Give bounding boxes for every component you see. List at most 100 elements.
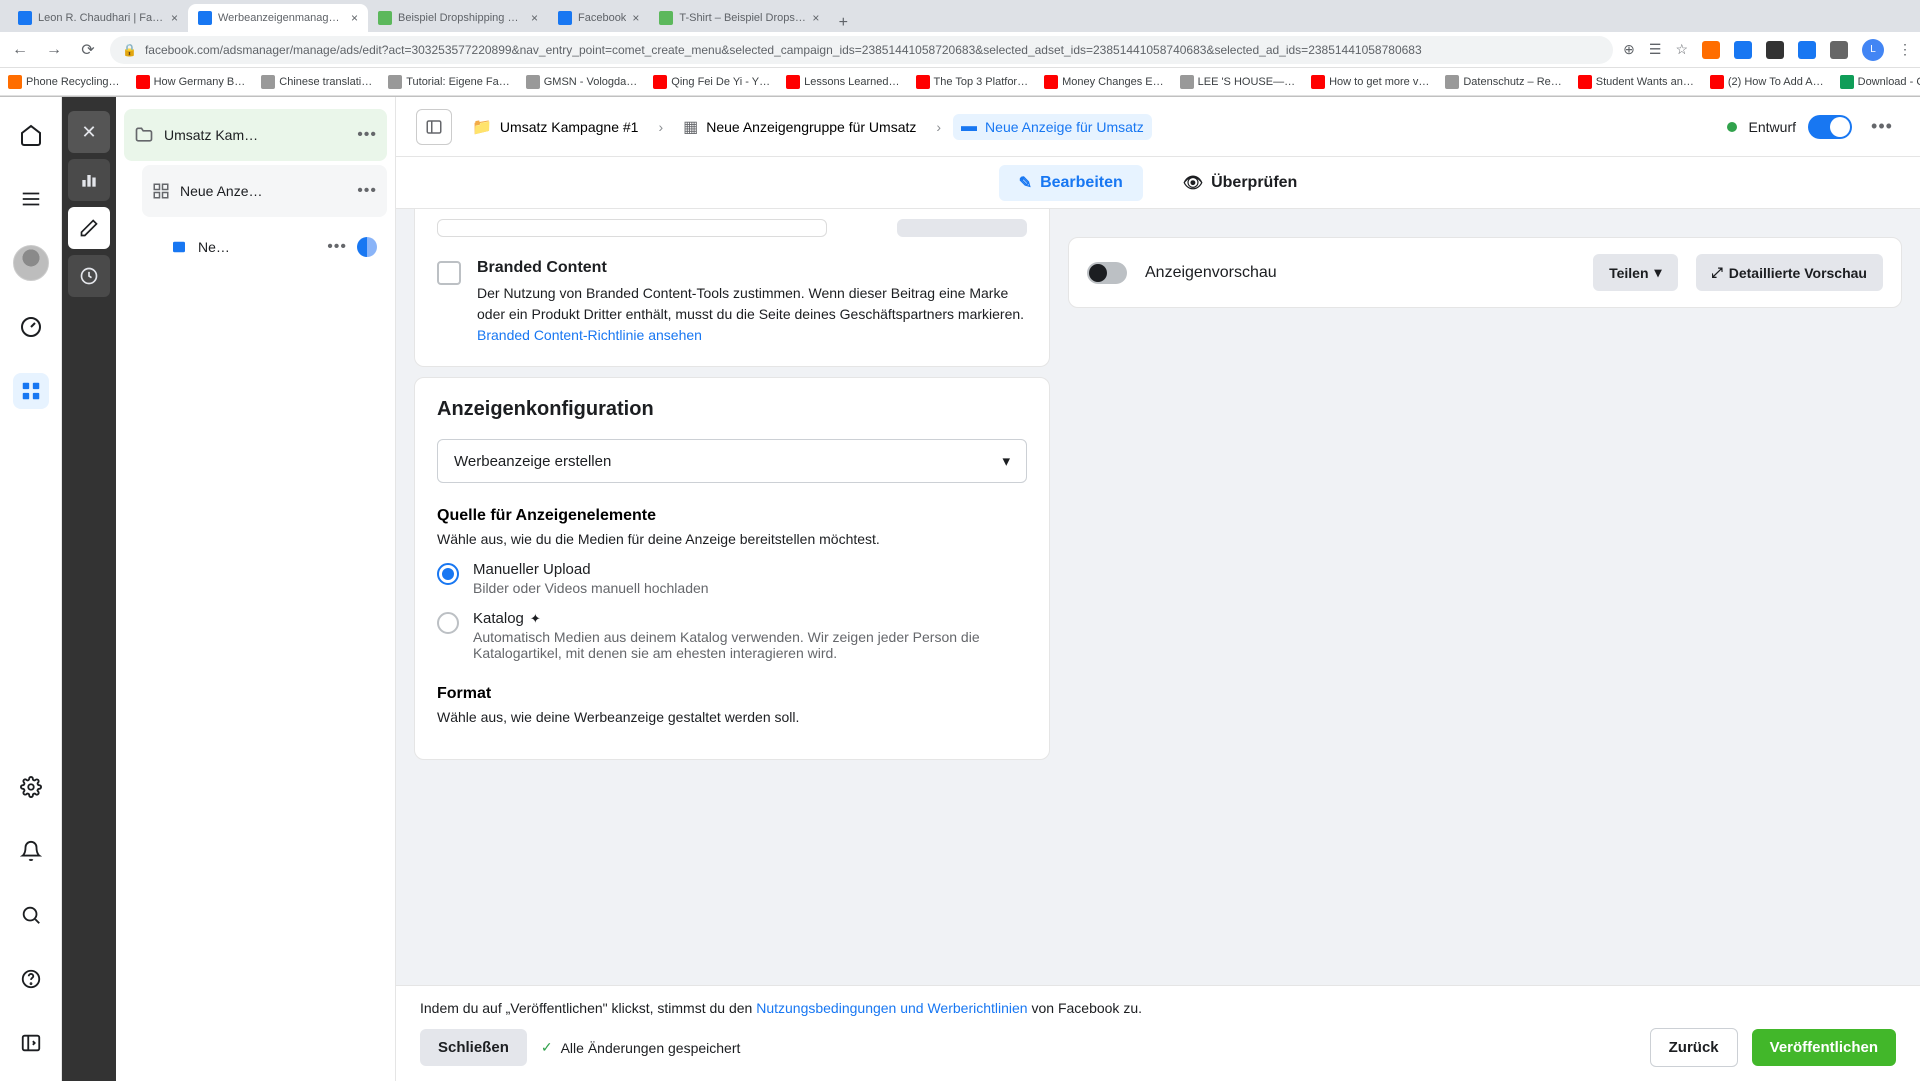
close-icon[interactable]: × xyxy=(351,11,358,25)
translate-icon[interactable]: ☰ xyxy=(1649,41,1662,58)
more-icon[interactable]: ••• xyxy=(327,238,347,256)
tab-edit[interactable]: ✎Bearbeiten xyxy=(999,165,1143,201)
toggle-panel-icon[interactable] xyxy=(416,109,452,145)
bookmark-item[interactable]: Datenschutz – Re… xyxy=(1445,75,1561,89)
branded-content-card: Branded Content Der Nutzung von Branded … xyxy=(414,209,1050,367)
help-icon[interactable] xyxy=(13,961,49,997)
view-tabs: ✎Bearbeiten 👁Überprüfen xyxy=(396,157,1920,209)
close-icon[interactable]: × xyxy=(171,11,178,25)
profile-avatar[interactable]: L xyxy=(1862,39,1884,61)
source-description: Wähle aus, wie du die Medien für deine A… xyxy=(437,531,1027,547)
extension-icon[interactable] xyxy=(1734,41,1752,59)
gauge-icon[interactable] xyxy=(13,309,49,345)
format-description: Wähle aus, wie deine Werbeanzeige gestal… xyxy=(437,709,1027,725)
sparkle-icon: ✦ xyxy=(530,611,541,627)
back-button[interactable]: Zurück xyxy=(1650,1028,1738,1067)
menu-icon[interactable] xyxy=(13,181,49,217)
browser-tab[interactable]: Beispiel Dropshipping Store -× xyxy=(368,4,548,32)
share-button[interactable]: Teilen▾ xyxy=(1593,254,1677,291)
collapse-icon[interactable] xyxy=(13,1025,49,1061)
branded-content-checkbox[interactable] xyxy=(437,261,461,285)
browser-tab[interactable]: Leon R. Chaudhari | Facebook× xyxy=(8,4,188,32)
tree-campaign[interactable]: Umsatz Kam… ••• xyxy=(124,109,387,161)
more-icon[interactable]: ••• xyxy=(1864,109,1900,145)
manual-upload-description: Bilder oder Videos manuell hochladen xyxy=(473,580,709,596)
tab-review[interactable]: 👁Überprüfen xyxy=(1163,165,1318,201)
close-icon[interactable]: × xyxy=(531,11,538,25)
bookmark-item[interactable]: GMSN - Vologda… xyxy=(526,75,638,89)
bookmark-item[interactable]: The Top 3 Platfor… xyxy=(916,75,1029,89)
publish-button[interactable]: Veröffentlichen xyxy=(1752,1029,1896,1066)
bell-icon[interactable] xyxy=(13,833,49,869)
breadcrumb-campaign[interactable]: 📁Umsatz Kampagne #1 xyxy=(464,113,646,141)
menu-icon[interactable]: ⋮ xyxy=(1898,41,1912,58)
bookmark-item[interactable]: LEE 'S HOUSE—… xyxy=(1180,75,1295,89)
bookmark-item[interactable]: Lessons Learned… xyxy=(786,75,899,89)
bookmark-item[interactable]: Download - Cooki… xyxy=(1840,75,1920,89)
browser-tab[interactable]: Werbeanzeigenmanager - We× xyxy=(188,4,368,32)
preview-toggle[interactable] xyxy=(1087,262,1127,284)
search-icon[interactable] xyxy=(13,897,49,933)
star-icon[interactable]: ☆ xyxy=(1675,41,1688,58)
close-icon[interactable]: × xyxy=(632,11,639,25)
business-nav-rail xyxy=(0,97,62,1081)
tree-ad[interactable]: Ne… ••• xyxy=(160,221,387,273)
tree-adset[interactable]: Neue Anze… ••• xyxy=(142,165,387,217)
breadcrumb-ad[interactable]: ▬Neue Anzeige für Umsatz xyxy=(953,114,1152,140)
close-icon[interactable]: × xyxy=(812,11,819,25)
folder-icon: 📁 xyxy=(472,117,492,137)
browser-tab[interactable]: T-Shirt – Beispiel Dropshippin× xyxy=(649,4,829,32)
bookmark-item[interactable]: Phone Recycling… xyxy=(8,75,120,89)
folder-icon xyxy=(134,125,154,145)
grid-icon[interactable] xyxy=(13,373,49,409)
catalog-radio[interactable] xyxy=(437,612,459,634)
bookmark-item[interactable]: Student Wants an… xyxy=(1578,75,1694,89)
more-icon[interactable]: ••• xyxy=(357,126,377,144)
account-avatar[interactable] xyxy=(13,245,49,281)
bookmark-item[interactable]: Money Changes E… xyxy=(1044,75,1164,89)
terms-link[interactable]: Nutzungsbedingungen und Werberichtlinien xyxy=(756,1000,1027,1016)
breadcrumb-bar: 📁Umsatz Kampagne #1 › ▦Neue Anzeigengrup… xyxy=(396,97,1920,157)
bookmark-item[interactable]: Qing Fei De Yi - Y… xyxy=(653,75,770,89)
status-label: Entwurf xyxy=(1749,119,1796,135)
back-button[interactable]: ← xyxy=(8,41,32,59)
breadcrumb-adset[interactable]: ▦Neue Anzeigengruppe für Umsatz xyxy=(675,113,924,141)
manual-upload-radio[interactable] xyxy=(437,563,459,585)
source-title: Quelle für Anzeigenelemente xyxy=(437,507,1027,525)
extension-icon[interactable] xyxy=(1830,41,1848,59)
truncated-field[interactable] xyxy=(437,219,827,237)
close-button[interactable]: Schließen xyxy=(420,1029,527,1066)
chevron-right-icon: › xyxy=(936,119,941,135)
chart-icon[interactable] xyxy=(68,159,110,201)
edit-icon[interactable] xyxy=(68,207,110,249)
more-icon[interactable]: ••• xyxy=(357,182,377,200)
close-editor-button[interactable]: ✕ xyxy=(68,111,110,153)
ad-type-select[interactable]: Werbeanzeige erstellen ▾ xyxy=(437,439,1027,483)
bookmark-item[interactable]: Chinese translati… xyxy=(261,75,372,89)
home-icon[interactable] xyxy=(13,117,49,153)
truncated-button[interactable] xyxy=(897,219,1027,237)
url-bar[interactable]: 🔒facebook.com/adsmanager/manage/ads/edit… xyxy=(110,36,1613,64)
ad-enabled-toggle[interactable] xyxy=(1808,115,1852,139)
lock-icon: 🔒 xyxy=(122,43,137,57)
bookmark-item[interactable]: How to get more v… xyxy=(1311,75,1429,89)
reload-button[interactable]: ⟳ xyxy=(76,40,100,60)
ad-icon xyxy=(170,238,188,256)
gear-icon[interactable] xyxy=(13,769,49,805)
detailed-preview-button[interactable]: ⤢Detaillierte Vorschau xyxy=(1696,254,1883,291)
history-icon[interactable] xyxy=(68,255,110,297)
extension-icon[interactable] xyxy=(1798,41,1816,59)
bookmark-item[interactable]: (2) How To Add A… xyxy=(1710,75,1824,89)
bookmark-item[interactable]: Tutorial: Eigene Fa… xyxy=(388,75,510,89)
status-dot-icon xyxy=(1727,122,1737,132)
branded-policy-link[interactable]: Branded Content-Richtlinie ansehen xyxy=(477,327,702,343)
status-progress-icon xyxy=(357,237,377,257)
bookmark-item[interactable]: How Germany B… xyxy=(136,75,246,89)
zoom-icon[interactable]: ⊕ xyxy=(1623,41,1635,58)
browser-tab[interactable]: Facebook× xyxy=(548,4,649,32)
extension-icon[interactable] xyxy=(1702,41,1720,59)
forward-button[interactable]: → xyxy=(42,41,66,59)
extension-icon[interactable] xyxy=(1766,41,1784,59)
check-icon: ✓ xyxy=(541,1039,553,1056)
new-tab-button[interactable]: + xyxy=(829,14,857,32)
